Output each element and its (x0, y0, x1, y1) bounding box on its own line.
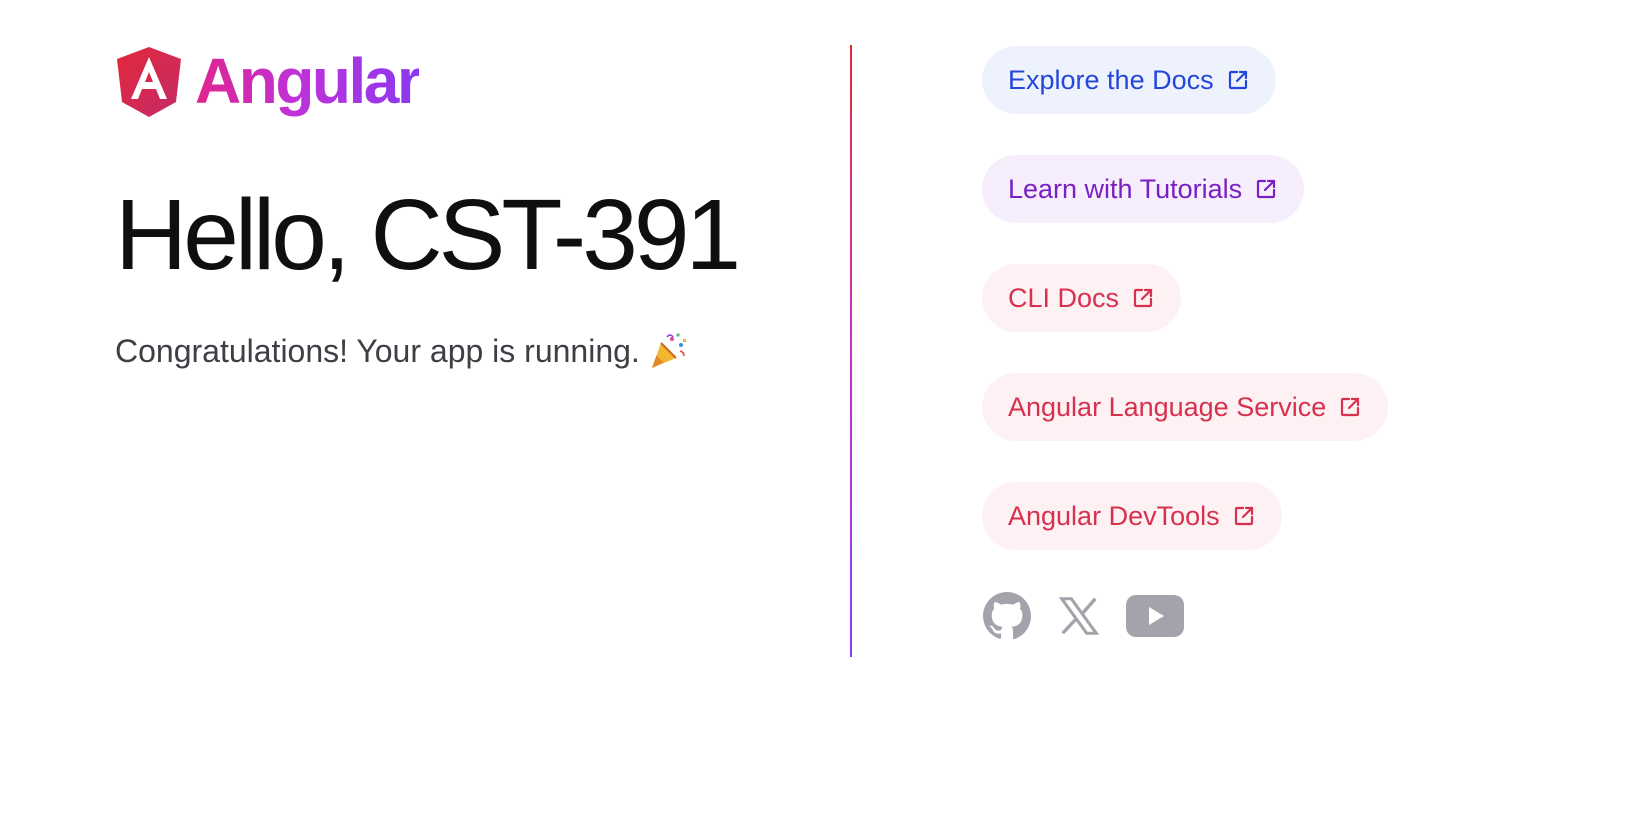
angular-shield-icon (117, 47, 181, 117)
hero-section: Angular Hello, CST-391 Congratulations! … (115, 45, 815, 371)
links-section: Explore the Docs Learn with Tutorials CL… (982, 46, 1389, 641)
x-twitter-icon (1058, 597, 1100, 635)
page-title: Hello, CST-391 (115, 179, 741, 291)
angular-logo: Angular (115, 45, 815, 117)
angular-wordmark: Angular (195, 45, 422, 117)
tutorials-link[interactable]: Learn with Tutorials (982, 155, 1305, 223)
party-popper-icon (651, 333, 686, 368)
subtitle-row: Congratulations! Your app is running. (115, 331, 815, 371)
link-label: Angular DevTools (1008, 500, 1220, 531)
external-link-icon (1228, 70, 1247, 90)
cli-docs-link[interactable]: CLI Docs (982, 264, 1182, 332)
external-link-icon (1234, 506, 1253, 526)
link-label: CLI Docs (1008, 282, 1120, 313)
language-service-link[interactable]: Angular Language Service (982, 373, 1389, 441)
github-icon (983, 592, 1031, 640)
vertical-divider (850, 45, 852, 657)
external-link-icon (1341, 397, 1360, 417)
link-label: Learn with Tutorials (1008, 173, 1243, 204)
link-label: Angular Language Service (1008, 391, 1327, 422)
github-link[interactable] (982, 591, 1032, 641)
explore-docs-link[interactable]: Explore the Docs (982, 46, 1276, 114)
external-link-icon (1133, 288, 1153, 308)
page: Angular Hello, CST-391 Congratulations! … (0, 0, 1626, 816)
youtube-icon (1126, 595, 1184, 637)
external-link-icon (1257, 179, 1276, 199)
social-links (982, 591, 1388, 641)
devtools-link[interactable]: Angular DevTools (982, 482, 1282, 550)
youtube-link[interactable] (1126, 595, 1184, 637)
x-twitter-link[interactable] (1056, 593, 1102, 639)
link-label: Explore the Docs (1008, 64, 1214, 95)
subtitle-text: Congratulations! Your app is running. (115, 333, 640, 369)
